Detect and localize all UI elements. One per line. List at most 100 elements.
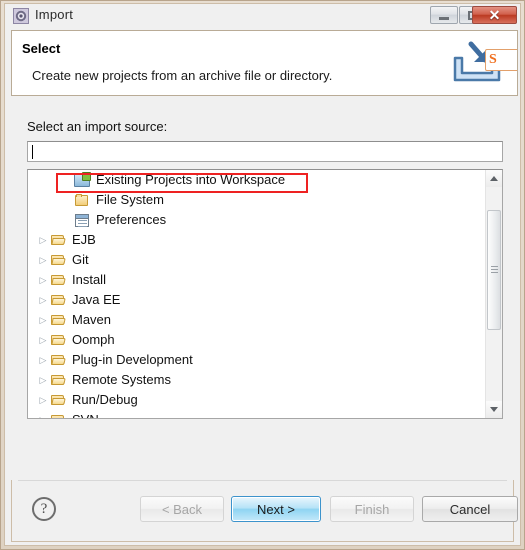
tree-row[interactable]: Run/Debug xyxy=(28,390,485,410)
folder-open-icon xyxy=(50,372,67,388)
tree-row-label: Existing Projects into Workspace xyxy=(96,172,286,187)
dialog-body: Select an import source: Existing Projec… xyxy=(11,97,518,483)
folder-open-icon xyxy=(50,352,67,368)
tree-row[interactable]: Maven xyxy=(28,310,485,330)
chevron-right-icon xyxy=(40,392,47,408)
scrollbar-grip-icon xyxy=(491,266,498,267)
tree-row[interactable]: Git xyxy=(28,250,485,270)
chevron-right-icon xyxy=(40,232,47,248)
folder-open-icon-glyph xyxy=(51,315,66,325)
eclipse-icon xyxy=(13,8,29,24)
tree-row-label: Oomph xyxy=(72,332,115,347)
sogou-s-icon: S xyxy=(489,52,497,67)
scroll-up-icon[interactable] xyxy=(486,170,502,187)
back-button[interactable]: < Back xyxy=(140,496,224,522)
chevron-right-icon xyxy=(40,292,47,308)
tree-row[interactable]: Install xyxy=(28,270,485,290)
import-dialog-window: Import ✕ Select Create new projects from… xyxy=(0,0,525,550)
tree-row[interactable]: File System xyxy=(28,190,485,210)
tree-row-label: Java EE xyxy=(72,292,121,307)
folder-open-icon-glyph xyxy=(51,415,65,418)
folder-open-icon xyxy=(50,252,67,268)
tree-row[interactable]: Preferences xyxy=(28,210,485,230)
project-import-icon-glyph xyxy=(74,172,91,187)
chevron-right-icon xyxy=(40,412,47,418)
text-caret xyxy=(32,145,33,159)
folder-open-icon xyxy=(50,332,67,348)
folder-open-icon xyxy=(50,392,67,408)
page-description: Create new projects from an archive file… xyxy=(32,68,333,83)
scroll-down-icon[interactable] xyxy=(486,401,502,418)
import-source-tree[interactable]: Existing Projects into Workspace File Sys… xyxy=(27,169,503,419)
footer-separator xyxy=(18,480,507,481)
tree-row[interactable]: EJB xyxy=(28,230,485,250)
tree-row[interactable]: SVN xyxy=(28,410,485,418)
page-title: Select xyxy=(22,41,61,56)
folder-open-icon-glyph xyxy=(51,275,66,285)
title-bar[interactable]: Import ✕ xyxy=(5,4,520,28)
chevron-right-icon xyxy=(40,252,47,268)
folder-open-icon xyxy=(50,312,67,328)
close-icon: ✕ xyxy=(488,7,501,23)
folder-open-icon-glyph xyxy=(51,295,66,305)
tree-row[interactable]: Java EE xyxy=(28,290,485,310)
filter-input[interactable] xyxy=(27,141,503,162)
minimize-button[interactable] xyxy=(430,6,458,24)
chevron-right-icon xyxy=(40,332,47,348)
expand-triangle-icon[interactable] xyxy=(34,352,50,368)
tree-row-label: Preferences xyxy=(96,212,167,227)
chevron-right-icon xyxy=(40,352,47,368)
scroll-up-arrow-glyph xyxy=(490,176,498,181)
folder-open-icon-glyph xyxy=(51,355,66,365)
scrollbar-thumb[interactable] xyxy=(487,210,501,330)
minimize-icon xyxy=(439,16,449,20)
close-button[interactable]: ✕ xyxy=(472,6,517,24)
tree-row-label: EJB xyxy=(72,232,96,247)
tree-row-label: Remote Systems xyxy=(72,372,171,387)
tree-row-label: Install xyxy=(72,272,106,287)
expand-triangle-icon[interactable] xyxy=(34,412,50,418)
chevron-right-icon xyxy=(40,372,47,388)
project-import-icon xyxy=(74,172,91,188)
cancel-button[interactable]: Cancel xyxy=(422,496,518,522)
folder-open-icon-glyph xyxy=(51,235,66,245)
folder-open-icon-glyph xyxy=(51,255,66,265)
tree-row[interactable]: Oomph xyxy=(28,330,485,350)
chevron-right-icon xyxy=(40,272,47,288)
expand-triangle-icon[interactable] xyxy=(34,232,50,248)
import-source-label: Select an import source: xyxy=(27,119,168,134)
dialog-footer: ? < Back Next > Finish Cancel xyxy=(11,480,518,542)
finish-button[interactable]: Finish xyxy=(330,496,414,522)
tree-row-label: Git xyxy=(72,252,89,267)
tree-row-label: File System xyxy=(96,192,164,207)
folder-closed-icon-glyph xyxy=(75,194,88,206)
tree-row[interactable]: Plug-in Development xyxy=(28,350,485,370)
folder-open-icon-glyph xyxy=(51,395,66,405)
tree-row[interactable]: Existing Projects into Workspace xyxy=(28,170,485,193)
folder-open-icon xyxy=(50,272,67,288)
next-button[interactable]: Next > xyxy=(231,496,321,522)
folder-open-icon xyxy=(50,412,67,418)
tree-vertical-scrollbar[interactable] xyxy=(485,170,502,418)
expand-triangle-icon[interactable] xyxy=(34,312,50,328)
expand-triangle-icon[interactable] xyxy=(34,252,50,268)
expand-triangle-icon[interactable] xyxy=(34,392,50,408)
tree-row-label: Maven xyxy=(72,312,112,327)
help-icon[interactable]: ? xyxy=(32,497,56,521)
ime-badge: S xyxy=(485,49,517,71)
tree-row-label: SVN xyxy=(72,412,99,418)
wizard-header: Select Create new projects from an archi… xyxy=(11,30,518,96)
preferences-icon xyxy=(74,212,91,228)
expand-triangle-icon[interactable] xyxy=(34,292,50,308)
folder-open-icon-glyph xyxy=(51,375,66,385)
tree-row-label: Run/Debug xyxy=(72,392,138,407)
expand-triangle-icon[interactable] xyxy=(34,372,50,388)
folder-open-icon xyxy=(50,292,67,308)
expand-triangle-icon[interactable] xyxy=(34,272,50,288)
tree-row[interactable]: Remote Systems xyxy=(28,370,485,390)
folder-open-icon-glyph xyxy=(51,335,66,345)
tree-rows-container: Existing Projects into Workspace File Sys… xyxy=(28,170,485,418)
dialog-inner-frame: Import ✕ Select Create new projects from… xyxy=(4,3,521,546)
expand-triangle-icon[interactable] xyxy=(34,332,50,348)
preferences-icon-glyph xyxy=(75,214,89,227)
